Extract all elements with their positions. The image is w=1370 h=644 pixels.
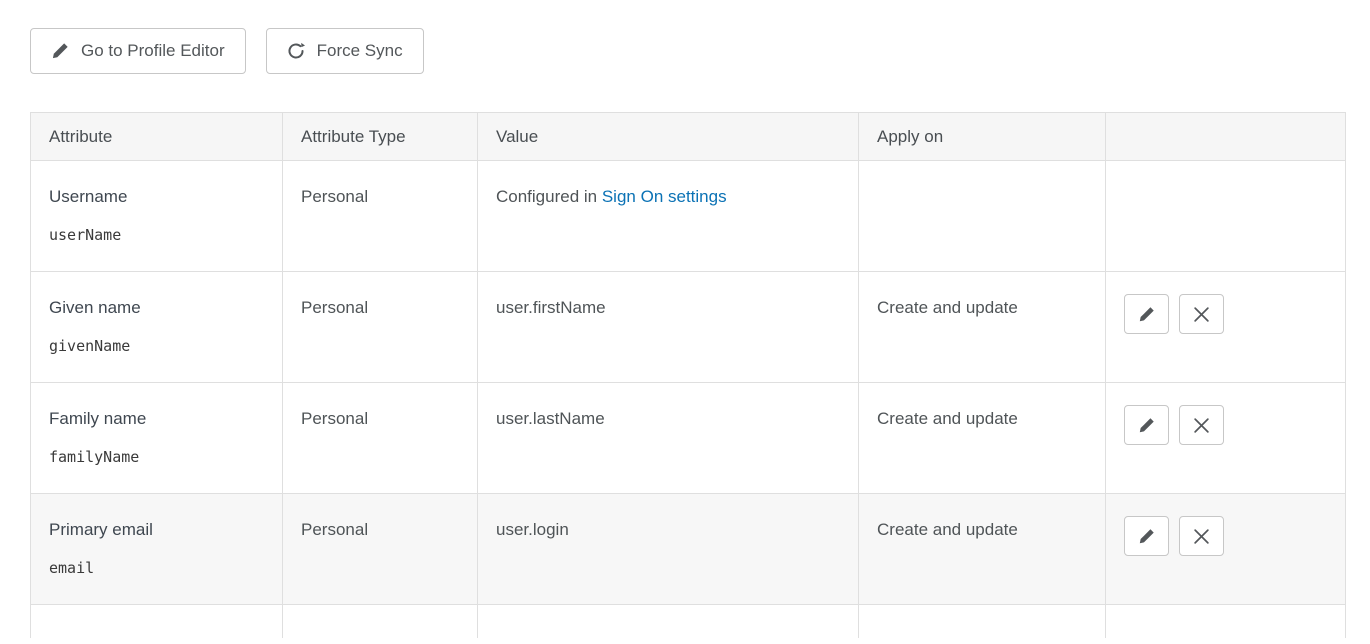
sign-on-settings-link[interactable]: Sign On settings (602, 187, 727, 206)
pencil-icon (1138, 306, 1155, 323)
row-actions (1124, 294, 1327, 334)
table-header-row: Attribute Attribute Type Value Apply on (31, 113, 1346, 161)
table-row-partial (31, 605, 1346, 638)
edit-attribute-button[interactable] (1124, 405, 1169, 445)
column-header-attribute-type: Attribute Type (283, 113, 478, 161)
x-icon (1193, 417, 1210, 434)
attribute-type: Personal (301, 520, 368, 539)
attribute-label: Family name (49, 409, 264, 429)
pencil-icon (1138, 528, 1155, 545)
attribute-type: Personal (301, 409, 368, 428)
column-header-attribute: Attribute (31, 113, 283, 161)
attribute-label: Primary email (49, 520, 264, 540)
x-icon (1193, 306, 1210, 323)
table-row-username: Username userName Personal Configured in… (31, 161, 1346, 272)
attribute-value: user.lastName (496, 409, 605, 428)
pencil-icon (51, 42, 69, 60)
attribute-label: Given name (49, 298, 264, 318)
apply-on: Create and update (877, 298, 1018, 317)
attribute-value: user.login (496, 520, 569, 539)
attribute-mappings-table: Attribute Attribute Type Value Apply on … (30, 112, 1346, 638)
remove-attribute-button[interactable] (1179, 405, 1224, 445)
attribute-variable: email (49, 559, 264, 577)
apply-on: Create and update (877, 520, 1018, 539)
attribute-value: user.firstName (496, 298, 606, 317)
column-header-value: Value (478, 113, 859, 161)
pencil-icon (1138, 417, 1155, 434)
attribute-variable: familyName (49, 448, 264, 466)
x-icon (1193, 528, 1210, 545)
column-header-apply-on: Apply on (859, 113, 1106, 161)
attribute-variable: givenName (49, 337, 264, 355)
force-sync-label: Force Sync (317, 41, 403, 61)
go-to-profile-editor-label: Go to Profile Editor (81, 41, 225, 61)
attribute-type: Personal (301, 187, 368, 206)
attribute-type: Personal (301, 298, 368, 317)
row-actions (1124, 405, 1327, 445)
edit-attribute-button[interactable] (1124, 294, 1169, 334)
toolbar: Go to Profile Editor Force Sync (30, 28, 1345, 74)
attribute-variable: userName (49, 226, 264, 244)
remove-attribute-button[interactable] (1179, 516, 1224, 556)
column-header-actions (1106, 113, 1346, 161)
table-row-family-name: Family name familyName Personal user.las… (31, 383, 1346, 494)
refresh-icon (287, 42, 305, 60)
go-to-profile-editor-button[interactable]: Go to Profile Editor (30, 28, 246, 74)
attribute-mapping-page: Go to Profile Editor Force Sync Attribut… (0, 0, 1370, 638)
apply-on: Create and update (877, 409, 1018, 428)
attribute-label: Username (49, 187, 264, 207)
remove-attribute-button[interactable] (1179, 294, 1224, 334)
row-actions (1124, 516, 1327, 556)
table-row-primary-email: Primary email email Personal user.login … (31, 494, 1346, 605)
edit-attribute-button[interactable] (1124, 516, 1169, 556)
value-text: Configured in (496, 187, 602, 206)
force-sync-button[interactable]: Force Sync (266, 28, 424, 74)
table-row-given-name: Given name givenName Personal user.first… (31, 272, 1346, 383)
